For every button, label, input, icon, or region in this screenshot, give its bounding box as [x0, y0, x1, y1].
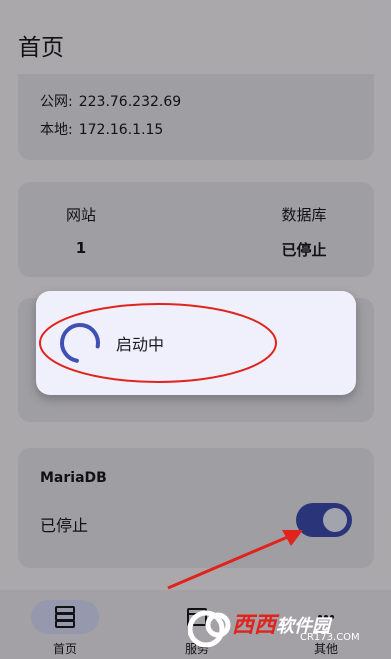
watermark-site: CR173.COM — [300, 632, 360, 643]
loading-spinner-icon — [60, 323, 100, 363]
loading-text: 启动中 — [116, 335, 165, 354]
loading-dialog: 启动中 — [36, 291, 356, 395]
